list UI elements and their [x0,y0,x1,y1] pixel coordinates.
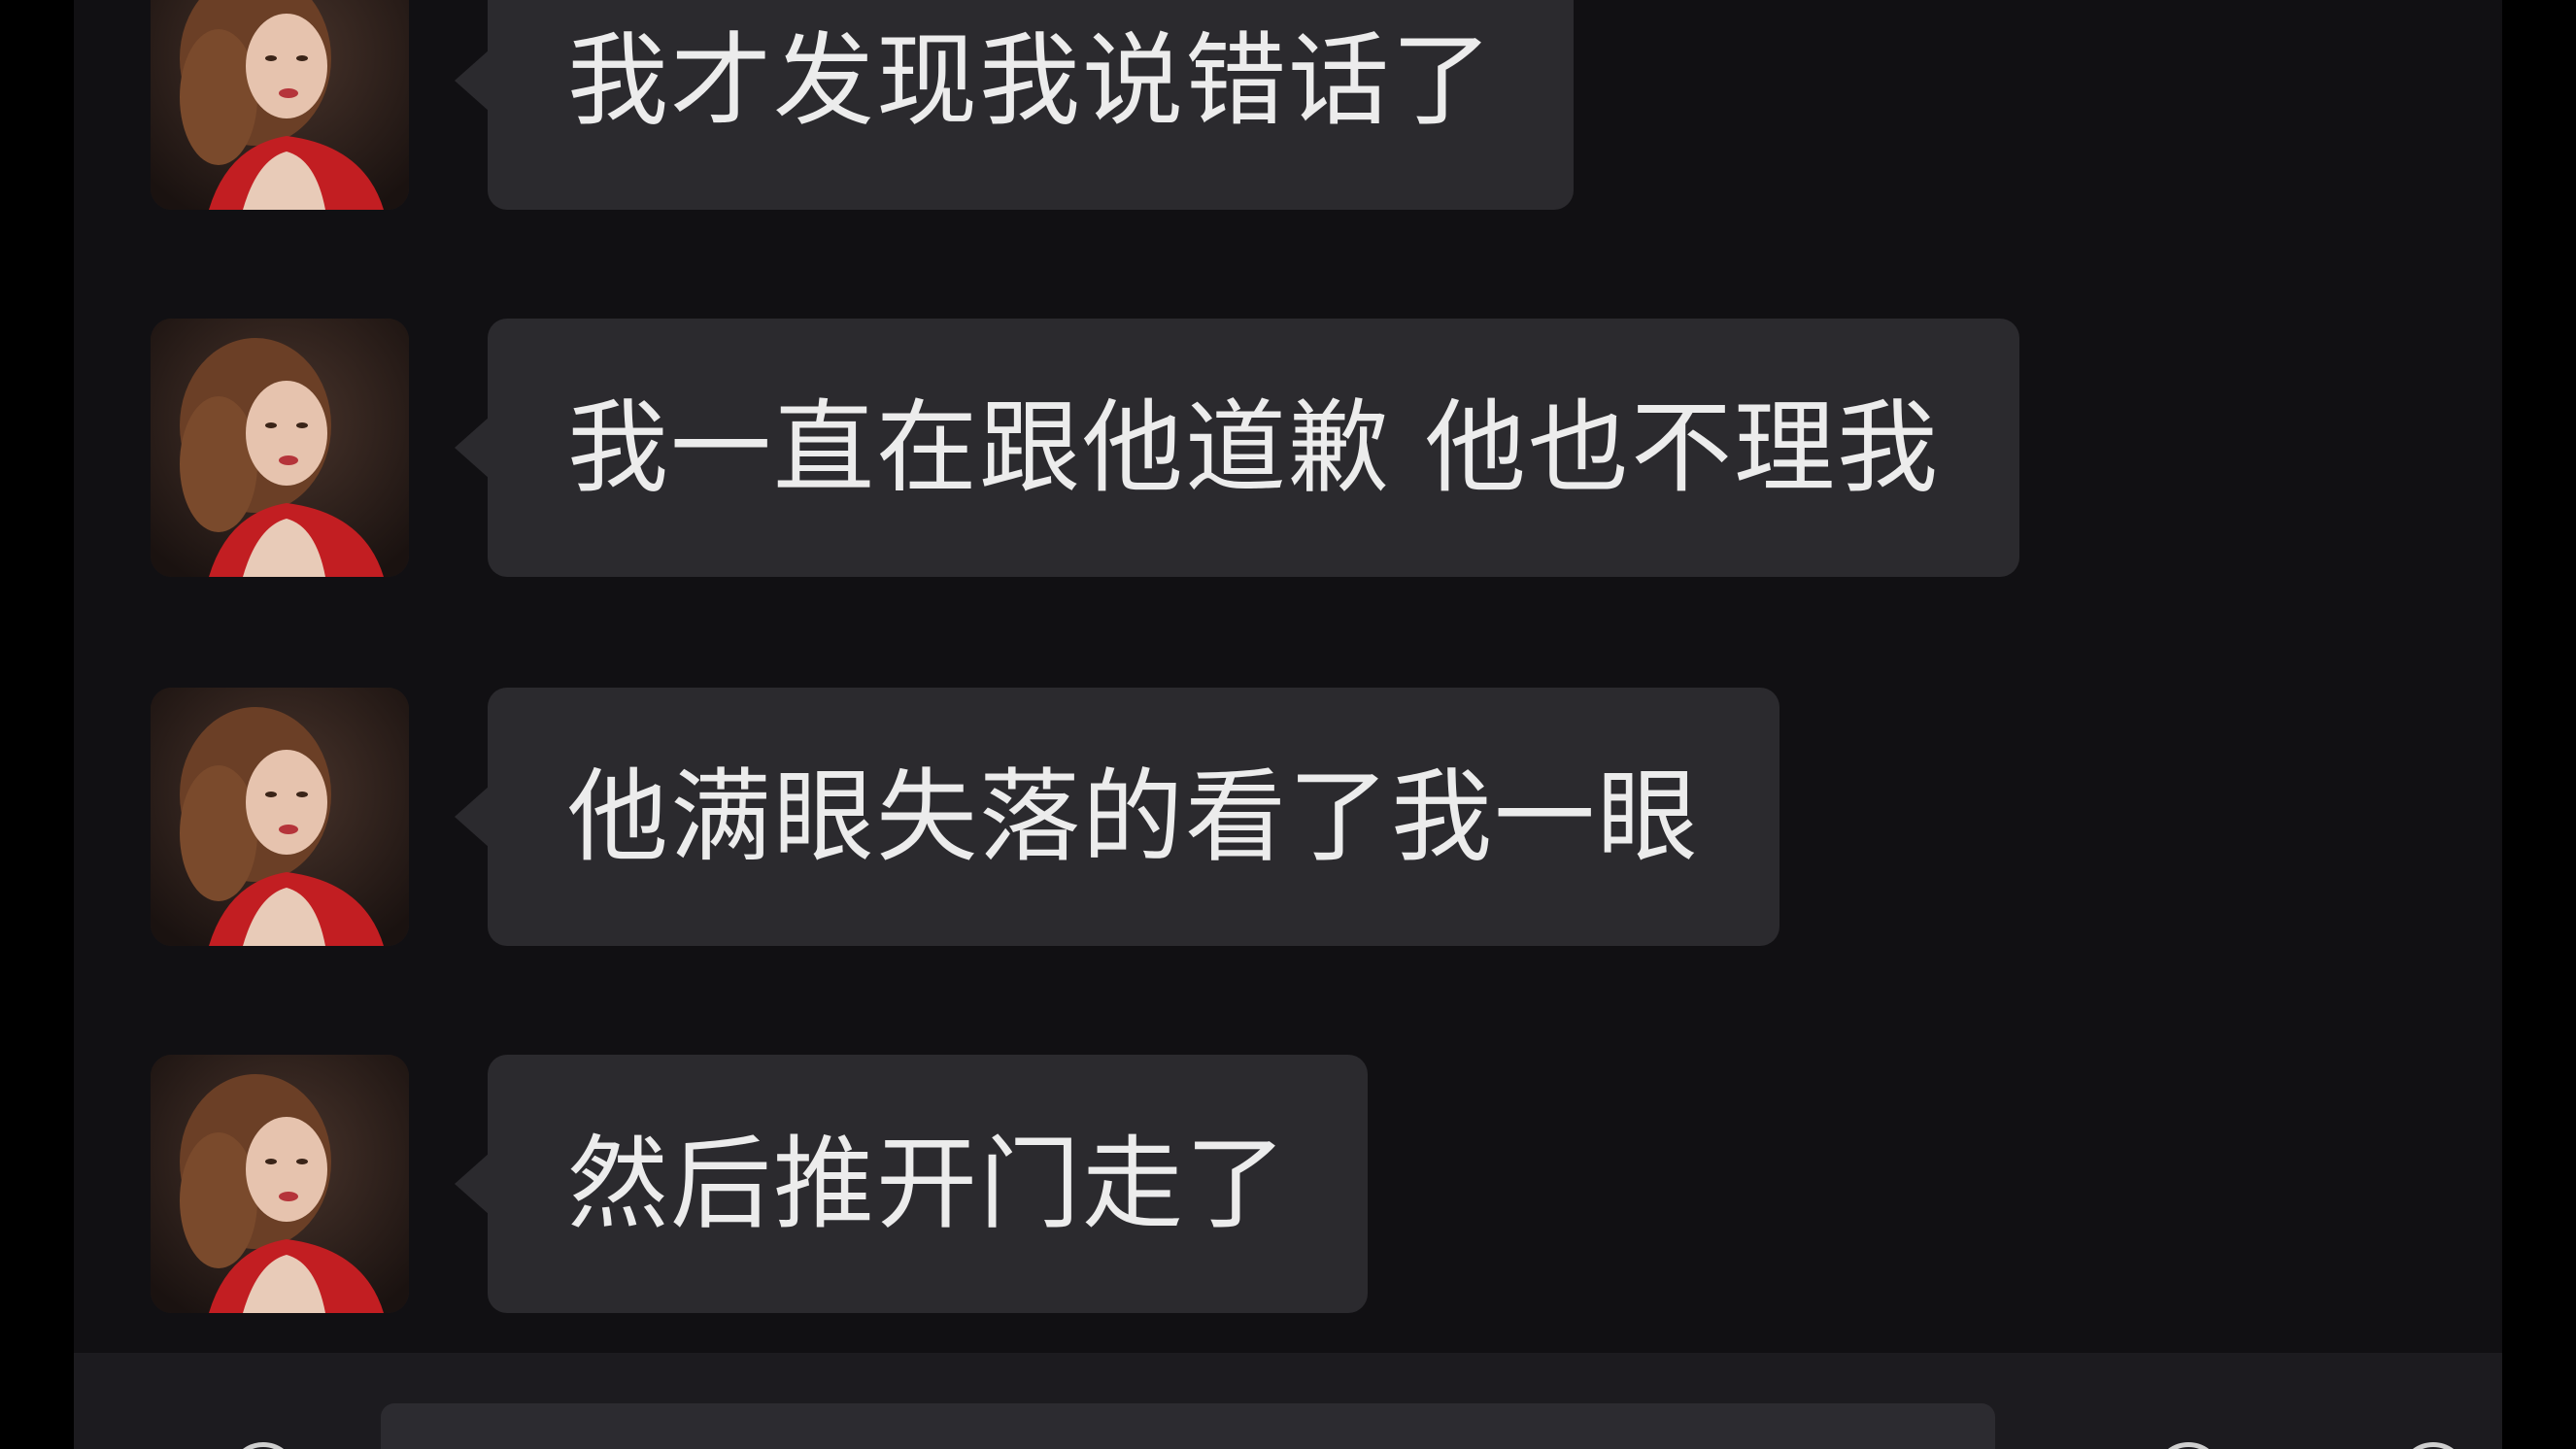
voice-icon[interactable] [229,1442,297,1449]
message-bubble[interactable]: 然后推开门走了 [454,1055,1369,1313]
message-list[interactable]: 我才发现我说错话了 我一直在跟他道歉 他也不理我 他满眼失落的看了我一眼 然后推… [74,0,2502,1352]
composer-bar [74,1353,2502,1449]
avatar-photo-icon [151,0,409,210]
message-input[interactable] [381,1403,1995,1449]
avatar[interactable] [151,0,409,210]
avatar[interactable] [151,1055,409,1313]
chat-window: 我才发现我说错话了 我一直在跟他道歉 他也不理我 他满眼失落的看了我一眼 然后推… [74,0,2502,1449]
emoji-icon[interactable] [2154,1442,2222,1449]
avatar-photo-icon [151,1055,409,1313]
avatar[interactable] [151,688,409,946]
message-bubble[interactable]: 他满眼失落的看了我一眼 [454,688,1780,946]
avatar-photo-icon [151,319,409,577]
avatar[interactable] [151,319,409,577]
message-bubble[interactable]: 我才发现我说错话了 [454,0,1575,210]
avatar-photo-icon [151,688,409,946]
message-bubble[interactable]: 我一直在跟他道歉 他也不理我 [454,319,2020,577]
plus-icon[interactable] [2399,1442,2467,1449]
